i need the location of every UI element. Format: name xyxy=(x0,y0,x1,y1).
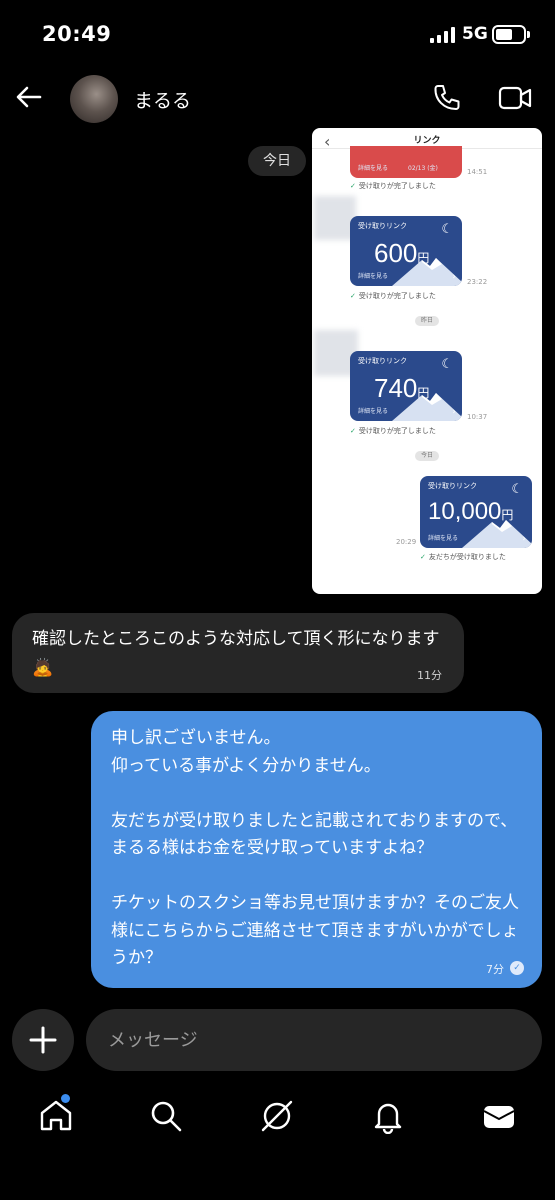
card-label: 受け取りリンク xyxy=(358,222,407,230)
read-check-icon: ✓ xyxy=(510,961,524,975)
card-amount-value: 10,000 xyxy=(428,498,502,525)
card-amount-unit: 円 xyxy=(417,386,430,400)
card-amount: 740円 xyxy=(374,373,429,404)
network-label: 5G xyxy=(462,24,488,44)
card-time: 10:37 xyxy=(467,413,488,421)
card-details-label: 詳細を見る xyxy=(428,535,459,542)
card-date-label: 02/13 (金) xyxy=(408,165,438,172)
card-amount-unit: 円 xyxy=(501,508,514,522)
card-status: ✓ 受け取りが完了しました xyxy=(350,181,436,191)
card-label: 受け取りリンク xyxy=(358,357,407,365)
shared-screenshot-image[interactable]: ‹ リンク 詳細を見る 02/13 (金) 14:51 ✓ 受け取りが完了しました… xyxy=(312,128,542,594)
card-status-text: 受け取りが完了しました xyxy=(358,182,436,190)
link-card: 受け取りリンク ☾ 600円 詳細を見る › xyxy=(350,216,462,286)
video-call-icon[interactable] xyxy=(498,84,532,112)
card-status-text: 受け取りが完了しました xyxy=(358,292,436,300)
check-icon: ✓ xyxy=(350,182,356,190)
link-card: 受け取りリンク ☾ 10,000円 詳細を見る › xyxy=(420,476,532,548)
status-time: 20:49 xyxy=(42,22,112,46)
card-status: ✓ 受け取りが完了しました xyxy=(350,291,436,301)
moon-icon: ☾ xyxy=(511,482,523,497)
card-amount-value: 740 xyxy=(374,373,418,403)
chevron-right-icon: › xyxy=(522,534,526,544)
chevron-right-icon: › xyxy=(452,272,456,282)
card-amount-value: 600 xyxy=(374,238,418,268)
home-icon[interactable] xyxy=(38,1098,74,1134)
incoming-message-bubble[interactable]: 確認したところこのような対応して頂く形になります 🙇 11分 xyxy=(12,613,464,693)
moon-icon: ☾ xyxy=(441,357,453,372)
screenshot-date-divider: 今日 xyxy=(415,451,439,461)
card-status: ✓ 友だちが受け取りました xyxy=(420,552,506,562)
moon-icon: ☾ xyxy=(441,222,453,237)
signal-icon xyxy=(430,27,456,43)
card-amount-unit: 円 xyxy=(417,251,430,265)
phone-icon[interactable] xyxy=(430,82,462,114)
notification-dot xyxy=(61,1094,70,1103)
plus-icon xyxy=(29,1026,57,1054)
link-card: 詳細を見る 02/13 (金) xyxy=(350,146,462,178)
screenshot-date-divider: 昨日 xyxy=(415,316,439,326)
card-time: 23:22 xyxy=(467,278,488,286)
outgoing-message-text: 申し訳ございません。 仰っている事がよく分かりません。 友だちが受け取りましたと… xyxy=(111,728,519,968)
card-status-text: 受け取りが完了しました xyxy=(358,427,436,435)
check-icon: ✓ xyxy=(350,427,356,435)
avatar[interactable] xyxy=(70,75,118,123)
check-icon: ✓ xyxy=(350,292,356,300)
incoming-message-body: 確認したところこのような対応して頂く形になります xyxy=(32,629,440,649)
incoming-message-text: 確認したところこのような対応して頂く形になります 🙇 xyxy=(32,625,444,683)
card-status-text: 友だちが受け取りました xyxy=(428,553,506,561)
link-card: 受け取りリンク ☾ 740円 詳細を見る › xyxy=(350,351,462,421)
date-divider: 今日 xyxy=(248,146,306,176)
incoming-message-time: 11分 xyxy=(417,669,442,682)
card-details-label: 詳細を見る xyxy=(358,408,389,415)
card-amount: 10,000円 xyxy=(428,498,513,526)
search-icon[interactable] xyxy=(148,1098,184,1134)
outgoing-message-bubble[interactable]: 申し訳ございません。 仰っている事がよく分かりません。 友だちが受け取りましたと… xyxy=(91,711,542,988)
check-icon: ✓ xyxy=(420,553,426,561)
card-label: 受け取りリンク xyxy=(428,482,477,490)
card-amount: 600円 xyxy=(374,238,429,269)
chevron-right-icon: › xyxy=(452,407,456,417)
contact-name[interactable]: まるる xyxy=(134,86,191,113)
outgoing-message-time: 7分 xyxy=(486,963,504,976)
battery-tip xyxy=(527,31,530,38)
screenshot-title: リンク xyxy=(413,136,441,146)
add-attachment-button[interactable] xyxy=(12,1009,74,1071)
bowing-emoji: 🙇 xyxy=(32,658,54,678)
inbox-icon[interactable] xyxy=(481,1098,517,1134)
back-arrow-icon[interactable] xyxy=(14,82,44,112)
card-details-label: 詳細を見る xyxy=(358,165,389,172)
battery-icon xyxy=(492,25,526,44)
message-input[interactable] xyxy=(86,1009,542,1071)
explore-icon[interactable] xyxy=(259,1098,295,1134)
card-status: ✓ 受け取りが完了しました xyxy=(350,426,436,436)
card-time: 14:51 xyxy=(467,168,488,176)
card-details-label: 詳細を見る xyxy=(358,273,389,280)
card-time: 20:29 xyxy=(396,538,417,546)
bell-icon[interactable] xyxy=(370,1098,406,1134)
